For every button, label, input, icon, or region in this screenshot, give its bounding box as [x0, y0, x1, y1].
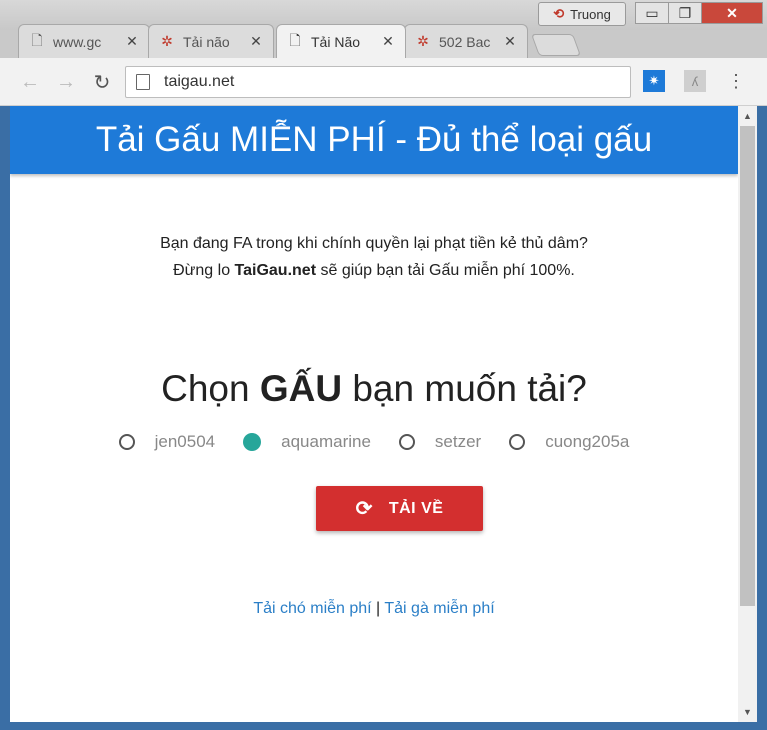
chicken-link[interactable]: Tải gà miễn phí — [384, 600, 494, 617]
option-setzer[interactable]: setzer — [398, 432, 482, 452]
question-pre: Chọn — [161, 368, 260, 409]
option-jen0504[interactable]: jen0504 — [118, 432, 216, 452]
intro-text: Bạn đang FA trong khi chính quyền lại ph… — [10, 230, 738, 284]
intro-line-1: Bạn đang FA trong khi chính quyền lại ph… — [160, 235, 588, 252]
page-info-icon[interactable] — [136, 74, 150, 90]
question-bold: GẤU — [259, 368, 343, 409]
window-frame-bottom — [0, 722, 767, 730]
question-post: bạn muốn tải? — [342, 368, 587, 409]
radio-button[interactable] — [118, 434, 135, 450]
intro-line-2-pre: Đừng lo — [173, 262, 235, 279]
download-button[interactable]: ⟳ TẢI VỀ — [316, 486, 483, 531]
download-button-label: TẢI VỀ — [388, 499, 444, 517]
close-icon[interactable]: ✕ — [503, 33, 517, 50]
profile-icon: ⟲ — [553, 6, 565, 21]
close-icon[interactable]: ✕ — [125, 33, 139, 50]
tab-label: www.gc — [53, 33, 102, 50]
question-heading: Chọn GẤU bạn muốn tải? — [10, 368, 738, 410]
bear-options: jen0504 aquamarine setzer cuong205a — [10, 432, 738, 452]
option-aquamarine[interactable]: aquamarine — [243, 432, 371, 452]
radio-button-selected[interactable] — [243, 433, 262, 451]
pdf-extension-icon[interactable]: ʎ — [684, 70, 706, 92]
close-icon[interactable]: ✕ — [249, 33, 263, 50]
page-header: Tải Gấu MIỄN PHÍ - Đủ thể loại gấu — [10, 106, 738, 174]
address-bar[interactable]: taigau.net — [125, 66, 631, 98]
option-label: setzer — [434, 432, 482, 451]
scroll-down-icon[interactable]: ▼ — [738, 704, 757, 720]
toolbar: ← → ↻ taigau.net ✷ ʎ ⋮ — [0, 58, 767, 106]
radio-button[interactable] — [398, 434, 415, 450]
spinner-icon: ✲ — [161, 33, 173, 49]
tab-label: 502 Bac — [439, 33, 491, 50]
menu-icon[interactable]: ⋮ — [725, 70, 747, 92]
profile-button[interactable]: ⟲ Truong — [538, 2, 626, 26]
tab-1[interactable]: 🗋 www.gc ✕ — [18, 24, 150, 58]
tab-2[interactable]: ✲ Tải não ✕ — [148, 24, 274, 58]
forward-icon[interactable]: → — [52, 68, 80, 96]
intro-line-2: Đừng lo TaiGau.net sẽ giúp bạn tải Gấu m… — [10, 257, 738, 284]
scrollbar-thumb[interactable] — [740, 126, 755, 606]
scroll-up-icon[interactable]: ▲ — [738, 108, 757, 124]
page-title: Tải Gấu MIỄN PHÍ - Đủ thể loại gấu — [95, 120, 653, 159]
minimize-button[interactable]: ▭ — [635, 2, 669, 24]
new-tab-button[interactable] — [530, 34, 582, 56]
option-label: cuong205a — [545, 432, 630, 451]
page-icon: 🗋 — [31, 31, 43, 48]
option-label: jen0504 — [154, 432, 216, 451]
footer-links: Tải chó miễn phí | Tải gà miễn phí — [10, 600, 738, 618]
page-icon: 🗋 — [289, 31, 301, 48]
tab-label: Tải Não — [311, 33, 361, 50]
spinner-icon: ✲ — [417, 33, 429, 49]
brand-name: TaiGau.net — [234, 262, 317, 279]
back-icon[interactable]: ← — [16, 68, 44, 96]
close-icon[interactable]: ✕ — [381, 33, 395, 50]
extension-icon[interactable]: ✷ — [643, 70, 665, 92]
scrollbar[interactable]: ▲ ▼ — [738, 106, 757, 722]
tab-4[interactable]: ✲ 502 Bac ✕ — [404, 24, 528, 58]
option-cuong205a[interactable]: cuong205a — [509, 432, 629, 452]
tab-label: Tải não — [183, 33, 230, 50]
page-viewport: Tải Gấu MIỄN PHÍ - Đủ thể loại gấu Bạn đ… — [10, 106, 757, 722]
tab-strip: 🗋 www.gc ✕ ✲ Tải não ✕ 🗋 Tải Não ✕ ✲ 502… — [0, 0, 767, 58]
tab-3-active[interactable]: 🗋 Tải Não ✕ — [276, 24, 406, 58]
intro-line-2-post: sẽ giúp bạn tải Gấu miễn phí 100%. — [316, 262, 575, 279]
restore-button[interactable]: ❐ — [668, 2, 702, 24]
window-close-button[interactable]: ✕ — [701, 2, 763, 24]
dog-link[interactable]: Tải chó miễn phí — [253, 600, 371, 617]
option-label: aquamarine — [281, 432, 371, 451]
profile-name: Truong — [570, 6, 611, 22]
browser-window: 🗋 www.gc ✕ ✲ Tải não ✕ 🗋 Tải Não ✕ ✲ 502… — [0, 0, 767, 730]
reload-icon[interactable]: ↻ — [88, 68, 116, 96]
address-text: taigau.net — [164, 73, 235, 90]
radio-button[interactable] — [509, 434, 526, 450]
refresh-icon: ⟳ — [355, 498, 373, 520]
link-separator: | — [371, 600, 385, 617]
